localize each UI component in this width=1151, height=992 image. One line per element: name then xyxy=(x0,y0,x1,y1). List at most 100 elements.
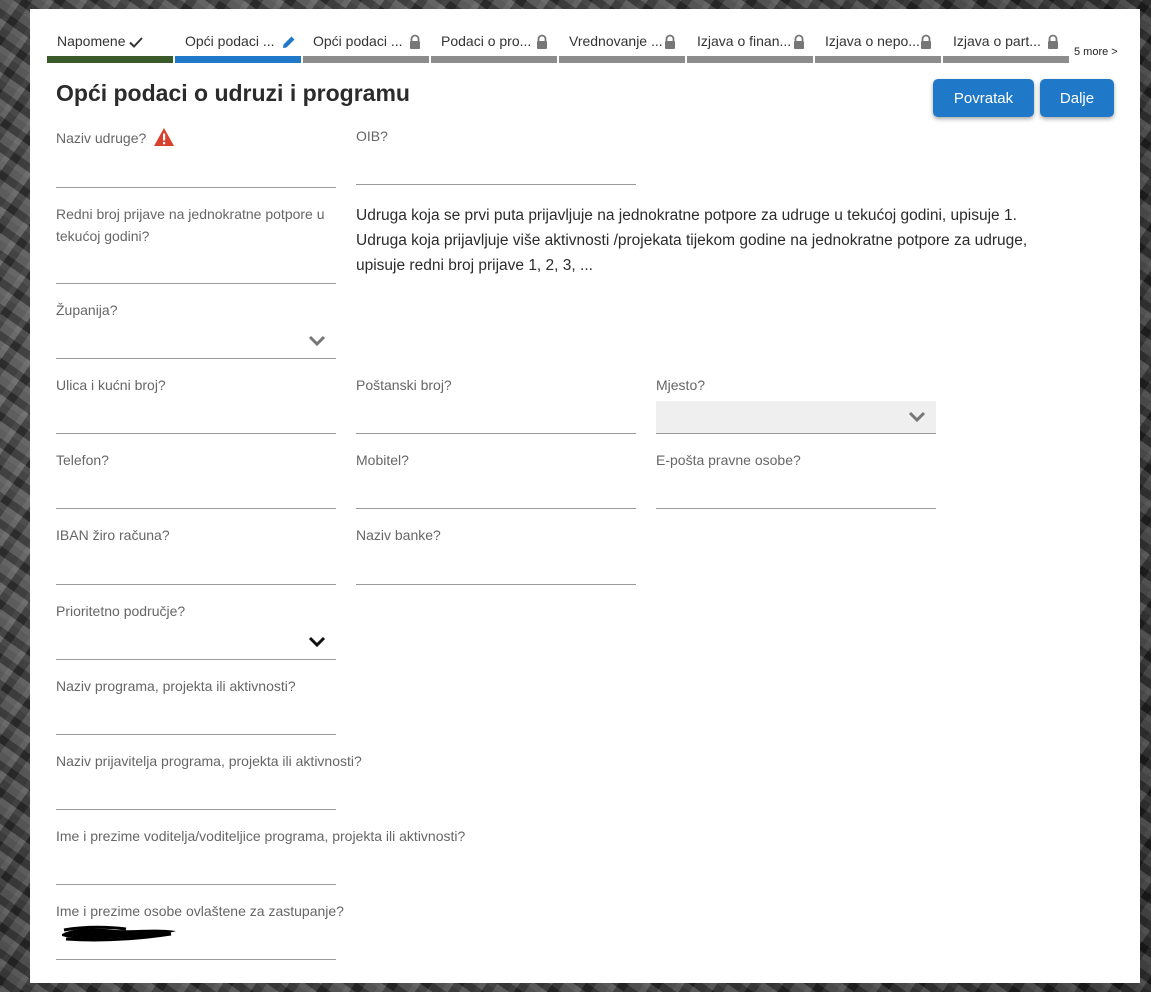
lock-icon xyxy=(665,34,675,49)
input-underline xyxy=(356,508,636,509)
oib-label: OIB? xyxy=(356,128,388,144)
naziv-prijavitelja-label: Naziv prijavitelja programa, projekta il… xyxy=(56,753,362,769)
mobitel-field: Mobitel? xyxy=(356,449,640,511)
naziv-udruge-field: Naziv udruge? xyxy=(56,127,340,189)
step-progress-bar xyxy=(47,56,173,63)
more-steps-link[interactable]: 5 more > xyxy=(1074,46,1118,58)
step-label: Podaci o pro... xyxy=(441,33,532,49)
check-icon xyxy=(129,37,143,48)
telefon-input[interactable] xyxy=(56,483,340,509)
postanski-broj-input[interactable] xyxy=(356,408,640,434)
zupanija-field: Županija? xyxy=(56,299,336,361)
naziv-programa-input[interactable] xyxy=(56,709,340,735)
step-label: Izjava o finan... xyxy=(697,33,792,49)
naziv-programa-field: Naziv programa, projekta ili aktivnosti? xyxy=(56,675,340,737)
chevron-down-icon xyxy=(908,411,926,423)
eposta-field: E-pošta pravne osobe? xyxy=(656,449,940,511)
step-label: Izjava o nepo... xyxy=(825,33,920,49)
input-underline xyxy=(56,358,336,359)
oib-input[interactable] xyxy=(356,159,640,185)
mjesto-select[interactable] xyxy=(656,401,936,433)
input-underline xyxy=(56,884,336,885)
prioritetno-field: Prioritetno područje? xyxy=(56,600,336,662)
next-button[interactable]: Dalje xyxy=(1040,79,1114,117)
eposta-input[interactable] xyxy=(656,483,940,509)
step-opci-podaci-1[interactable]: Opći podaci ... xyxy=(175,27,301,63)
prioritetno-label: Prioritetno područje? xyxy=(56,603,186,619)
form-card: Napomene Opći podaci ... Opći podaci ...… xyxy=(30,9,1140,983)
redni-broj-label: Redni broj prijave na jednokratne potpor… xyxy=(56,206,325,244)
naziv-udruge-label: Naziv udruge? xyxy=(56,130,147,146)
naziv-udruge-input[interactable] xyxy=(56,161,340,187)
step-napomene[interactable]: Napomene xyxy=(47,27,173,63)
chevron-down-icon xyxy=(308,335,326,347)
voditelj-input[interactable] xyxy=(56,859,340,885)
input-underline xyxy=(356,184,636,185)
mjesto-label: Mjesto? xyxy=(656,377,706,393)
prioritetno-select[interactable] xyxy=(56,626,336,658)
naziv-banke-input[interactable] xyxy=(356,558,640,584)
lock-icon xyxy=(410,34,420,49)
input-underline xyxy=(656,433,936,434)
step-label: Napomene xyxy=(57,33,126,49)
input-underline xyxy=(56,809,336,810)
input-underline xyxy=(56,433,336,434)
iban-input[interactable] xyxy=(56,558,340,584)
input-underline xyxy=(56,508,336,509)
step-podaci-o-programu[interactable]: Podaci o pro... xyxy=(431,27,557,63)
back-button[interactable]: Povratak xyxy=(933,79,1034,117)
ovlastena-osoba-field: Ime i prezime osobe ovlaštene za zastupa… xyxy=(56,900,344,962)
step-vrednovanje[interactable]: Vrednovanje ... xyxy=(559,27,685,63)
lock-icon xyxy=(1048,34,1058,49)
voditelj-label: Ime i prezime voditelja/voditeljice prog… xyxy=(56,828,466,844)
step-izjava-partnerstvo[interactable]: Izjava o part... xyxy=(943,27,1069,63)
ulica-field: Ulica i kućni broj? xyxy=(56,374,340,436)
redacted-scribble[interactable] xyxy=(56,922,181,944)
ulica-input[interactable] xyxy=(56,408,340,434)
ulica-label: Ulica i kućni broj? xyxy=(56,377,166,393)
step-progress-bar xyxy=(303,56,429,63)
step-label: Opći podaci ... xyxy=(185,33,275,49)
naziv-banke-field: Naziv banke? xyxy=(356,524,640,586)
redni-broj-input[interactable] xyxy=(56,257,340,283)
lock-icon xyxy=(921,34,931,49)
step-progress-bar xyxy=(431,56,557,63)
step-progress-bar xyxy=(175,56,301,63)
step-opci-podaci-2[interactable]: Opći podaci ... xyxy=(303,27,429,63)
input-underline xyxy=(56,734,336,735)
step-progress-bar xyxy=(687,56,813,63)
input-underline xyxy=(356,433,636,434)
iban-label: IBAN žiro računa? xyxy=(56,527,170,543)
naziv-programa-label: Naziv programa, projekta ili aktivnosti? xyxy=(56,678,296,694)
mobitel-label: Mobitel? xyxy=(356,452,409,468)
step-label: Opći podaci ... xyxy=(313,33,403,49)
input-underline xyxy=(56,959,336,960)
input-underline xyxy=(356,584,636,585)
input-underline xyxy=(56,584,336,585)
postanski-broj-label: Poštanski broj? xyxy=(356,377,452,393)
eposta-label: E-pošta pravne osobe? xyxy=(656,452,801,468)
naziv-prijavitelja-field: Naziv prijavitelja programa, projekta il… xyxy=(56,750,362,812)
step-izjava-nepostojanje[interactable]: Izjava o nepo... xyxy=(815,27,941,63)
postanski-broj-field: Poštanski broj? xyxy=(356,374,640,436)
mobitel-input[interactable] xyxy=(356,483,640,509)
lock-icon xyxy=(537,34,547,49)
telefon-field: Telefon? xyxy=(56,449,340,511)
redni-broj-help-text: Udruga koja se prvi puta prijavljuje na … xyxy=(356,207,1028,274)
input-underline xyxy=(656,508,936,509)
step-izjava-financiranje[interactable]: Izjava o finan... xyxy=(687,27,813,63)
step-progress-bar xyxy=(559,56,685,63)
iban-field: IBAN žiro računa? xyxy=(56,524,340,586)
warning-icon xyxy=(154,128,175,146)
naziv-banke-label: Naziv banke? xyxy=(356,527,441,543)
step-label: Izjava o part... xyxy=(953,33,1041,49)
step-label: Vrednovanje ... xyxy=(569,33,663,49)
page-title: Opći podaci o udruzi i programu xyxy=(56,80,410,106)
chevron-down-icon xyxy=(308,636,326,648)
zupanija-select[interactable] xyxy=(56,325,336,357)
wizard-stepper: Napomene Opći podaci ... Opći podaci ...… xyxy=(47,27,1105,63)
voditelj-field: Ime i prezime voditelja/voditeljice prog… xyxy=(56,825,466,887)
naziv-prijavitelja-input[interactable] xyxy=(56,784,340,810)
mjesto-field: Mjesto? xyxy=(656,374,936,436)
zupanija-label: Županija? xyxy=(56,302,118,318)
